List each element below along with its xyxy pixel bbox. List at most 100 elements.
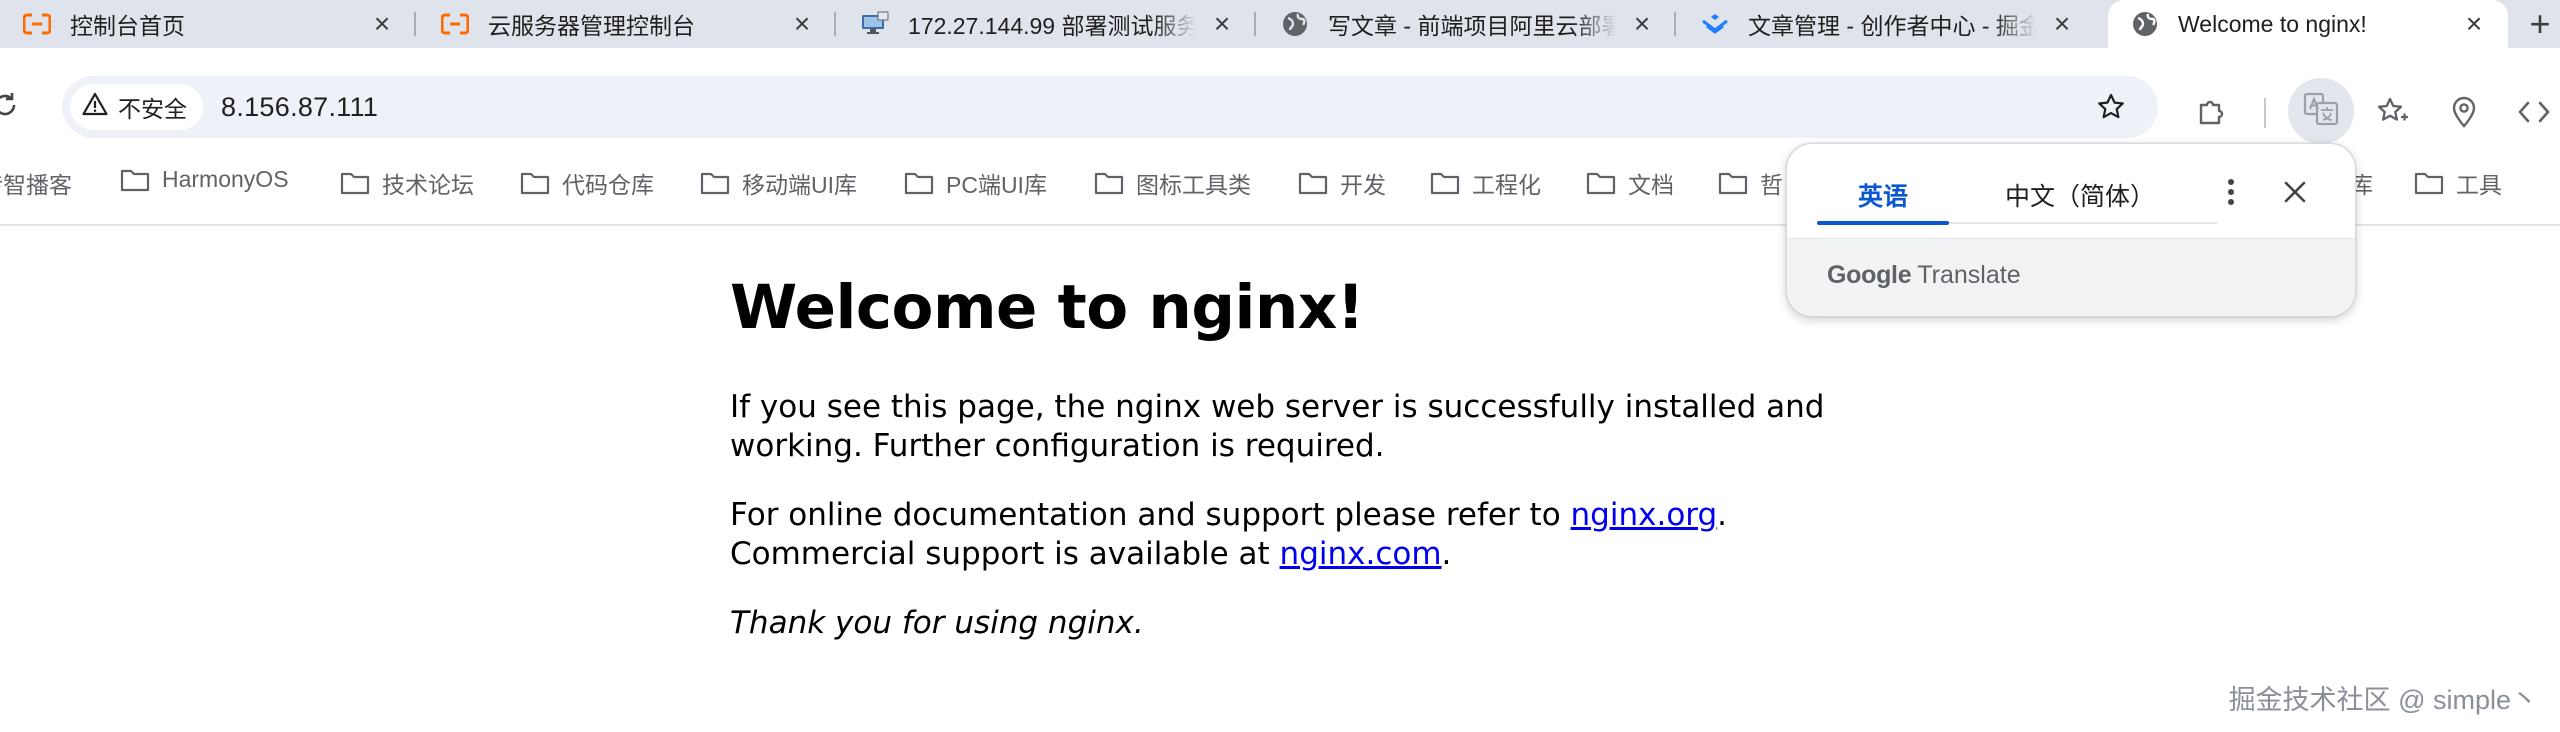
bookmark-folder[interactable]: 移动端UI库 — [700, 166, 857, 200]
tab-target-language[interactable]: 中文（简体） — [1977, 168, 2183, 222]
reload-icon[interactable] — [0, 88, 22, 122]
tab-console-home[interactable]: 控制台首页 × — [0, 0, 416, 48]
bookmark-label: PC端UI库 — [946, 172, 1047, 198]
tab-welcome-nginx[interactable]: Welcome to nginx! × — [2108, 0, 2508, 48]
bookmark-folder[interactable]: 文档 — [1586, 166, 1674, 200]
translate-logo-text: Translate — [1917, 261, 2021, 289]
folder-icon — [340, 172, 370, 195]
bookmark-label: 传智播客 — [0, 172, 72, 198]
tab-ecs-console[interactable]: 云服务器管理控制台 × — [418, 0, 836, 48]
aliyun-icon — [22, 9, 52, 39]
support-text: For online documentation and support ple… — [730, 497, 1571, 533]
toolbar-separator — [2264, 98, 2266, 128]
folder-icon — [520, 172, 550, 195]
remote-desktop-icon — [860, 9, 890, 39]
support-paragraph: For online documentation and support ple… — [730, 496, 1830, 574]
folder-icon — [1586, 172, 1616, 195]
language-tabs: 英语 中文（简体） — [1817, 168, 2217, 225]
bookmark-label: 移动端UI库 — [742, 172, 857, 198]
commercial-text: Commercial support is available at — [730, 536, 1280, 572]
tab-separator — [834, 12, 836, 36]
bookmark-label: 文档 — [1628, 172, 1674, 198]
tab-write-article[interactable]: 写文章 - 前端项目阿里云部署 × — [1258, 0, 1676, 48]
aliyun-icon — [440, 9, 470, 39]
globe-icon — [2130, 9, 2160, 39]
bookmark-item[interactable]: 传智播客 — [0, 166, 72, 200]
code-icon[interactable] — [2514, 92, 2554, 132]
tab-title: 172.27.144.99 部署测试服务器 — [908, 13, 1196, 39]
folder-icon — [1094, 172, 1124, 195]
tab-separator — [1254, 12, 1256, 36]
location-pin-icon[interactable] — [2444, 92, 2484, 132]
warning-icon — [82, 92, 108, 122]
bookmark-label: 工程化 — [1472, 172, 1541, 198]
address-bar[interactable]: 不安全 8.156.87.111 — [62, 76, 2158, 138]
bookmark-label: 技术论坛 — [382, 172, 474, 198]
tab-title: 云服务器管理控制台 — [488, 13, 695, 39]
tab-separator — [414, 12, 416, 36]
tab-source-language[interactable]: 英语 — [1817, 168, 1949, 225]
translate-footer: Google Translate — [1787, 238, 2355, 316]
close-icon[interactable] — [2275, 172, 2315, 212]
folder-icon — [1298, 172, 1328, 195]
bookmark-folder[interactable]: 技术论坛 — [340, 166, 474, 200]
tab-strip: 控制台首页 × 云服务器管理控制台 × 172.27.144.99 部署测试服务… — [0, 0, 2560, 48]
tab-title: 文章管理 - 创作者中心 - 掘金 — [1748, 13, 2036, 39]
folder-icon — [1718, 172, 1748, 195]
watermark: 掘金技术社区 @ simple丶 — [2228, 685, 2538, 715]
close-icon[interactable]: × — [1626, 8, 1658, 40]
tab-title: Welcome to nginx! — [2178, 10, 2367, 37]
bookmark-folder[interactable]: 工具 — [2414, 166, 2502, 200]
bookmarks-star-icon[interactable] — [2372, 92, 2412, 132]
bookmark-label: 图标工具类 — [1136, 172, 1251, 198]
more-options-icon[interactable] — [2211, 172, 2251, 212]
juejin-icon — [1700, 9, 1730, 39]
extensions-icon[interactable] — [2192, 92, 2232, 132]
folder-icon — [904, 172, 934, 195]
nginx-org-link[interactable]: nginx.org — [1571, 497, 1718, 533]
url-text[interactable]: 8.156.87.111 — [221, 92, 378, 123]
page-content: Welcome to nginx! If you see this page, … — [730, 268, 1830, 643]
security-chip[interactable]: 不安全 — [70, 84, 203, 130]
tab-separator — [1674, 12, 1676, 36]
bookmark-label: 代码仓库 — [562, 172, 654, 198]
translate-icon — [2303, 92, 2339, 131]
close-icon[interactable]: × — [2046, 8, 2078, 40]
tab-article-manage[interactable]: 文章管理 - 创作者中心 - 掘金 × — [1678, 0, 2096, 48]
new-tab-button[interactable]: + — [2520, 3, 2560, 44]
bookmark-folder[interactable]: 图标工具类 — [1094, 166, 1251, 200]
translate-page-button[interactable] — [2288, 78, 2354, 144]
bookmark-folder[interactable]: 开发 — [1298, 166, 1386, 200]
page-heading: Welcome to nginx! — [730, 272, 1365, 343]
folder-icon — [2414, 172, 2444, 195]
commercial-text-end: . — [1441, 536, 1452, 572]
folder-icon — [120, 169, 150, 191]
bookmark-label: 哲 — [1760, 172, 1783, 198]
intro-paragraph: If you see this page, the nginx web serv… — [730, 389, 1825, 464]
bookmark-star-icon[interactable] — [2094, 90, 2128, 124]
bookmark-label: HarmonyOS — [162, 166, 289, 192]
nginx-com-link[interactable]: nginx.com — [1280, 536, 1442, 572]
bookmark-folder[interactable]: HarmonyOS — [120, 166, 289, 193]
bookmark-folder[interactable]: PC端UI库 — [904, 166, 1047, 200]
support-text-end: . — [1717, 497, 1728, 533]
translate-popup: 英语 中文（简体） Google Translate — [1786, 143, 2356, 317]
folder-icon — [1430, 172, 1460, 195]
bookmark-folder[interactable]: 工程化 — [1430, 166, 1541, 200]
google-logo-text: Google — [1827, 261, 1912, 289]
bookmark-folder[interactable]: 代码仓库 — [520, 166, 654, 200]
globe-icon — [1280, 9, 1310, 39]
folder-icon — [700, 172, 730, 195]
close-icon[interactable]: × — [2458, 8, 2490, 40]
close-icon[interactable]: × — [366, 8, 398, 40]
tab-title: 写文章 - 前端项目阿里云部署 — [1328, 13, 1616, 39]
tab-remote-server[interactable]: 172.27.144.99 部署测试服务器 × — [838, 0, 1256, 48]
security-label: 不安全 — [118, 96, 187, 122]
thanks-text: Thank you for using nginx. — [730, 605, 1144, 641]
close-icon[interactable]: × — [786, 8, 818, 40]
close-icon[interactable]: × — [1206, 8, 1238, 40]
bookmark-label: 工具 — [2456, 172, 2502, 198]
thanks-paragraph: Thank you for using nginx. — [730, 604, 1830, 643]
bookmark-label: 开发 — [1340, 172, 1386, 198]
bookmark-folder[interactable]: 哲 — [1718, 166, 1783, 200]
